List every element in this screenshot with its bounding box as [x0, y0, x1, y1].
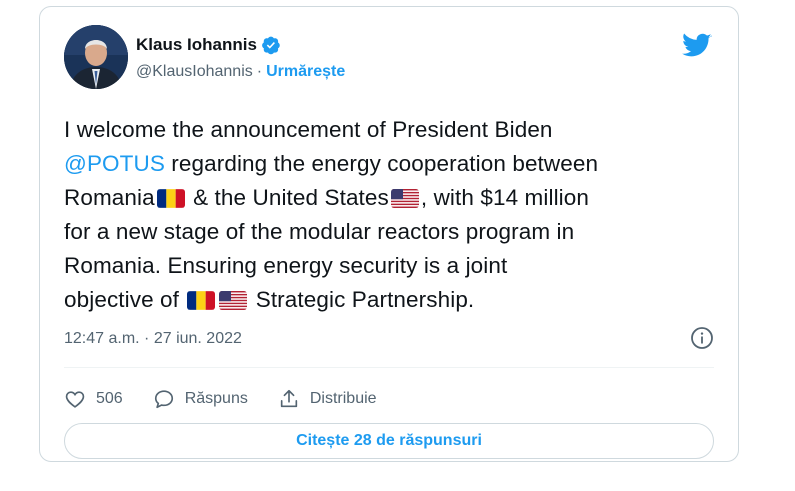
tweet-line: regarding the energy cooperation between: [164, 151, 599, 176]
action-bar: 506 Răspuns Distribuie: [64, 388, 407, 410]
handle-row: @KlausIohannis · Urmărește: [136, 63, 345, 81]
tweet-line: , with $14 million: [420, 185, 589, 210]
reply-icon: [154, 390, 173, 409]
info-icon[interactable]: [690, 326, 714, 350]
author-row: Klaus Iohannis: [136, 35, 281, 55]
tweet-line: & the United States: [186, 185, 389, 210]
follow-link[interactable]: Urmărește: [266, 63, 345, 81]
romania-flag-icon: [187, 291, 216, 310]
share-label: Distribuie: [309, 390, 377, 407]
share-icon: [280, 389, 298, 408]
tweet-line: I welcome the announcement of President …: [64, 117, 553, 142]
us-flag-icon: [390, 189, 419, 208]
tweet-card: Klaus Iohannis @KlausIohannis · Urmăreșt…: [39, 6, 739, 462]
separator: ·: [256, 63, 263, 80]
like-count: 506: [96, 390, 123, 407]
reply-label: Răspuns: [184, 390, 248, 407]
share-button[interactable]: Distribuie: [278, 388, 377, 410]
reply-button[interactable]: Răspuns: [153, 388, 248, 410]
author-name[interactable]: Klaus Iohannis: [136, 35, 257, 55]
tweet-line: for a new stage of the modular reactors …: [64, 219, 575, 244]
heart-icon: [65, 391, 85, 408]
verified-badge-icon: [261, 35, 281, 55]
avatar[interactable]: [64, 25, 128, 89]
tweet-line: Romania: [64, 185, 155, 210]
author-handle[interactable]: @KlausIohannis: [136, 63, 253, 81]
tweet-line: Strategic Partnership.: [249, 287, 475, 312]
twitter-bird-icon[interactable]: [682, 33, 712, 59]
tweet-line: objective of: [64, 287, 186, 312]
tweet-text: I welcome the announcement of President …: [64, 113, 730, 317]
read-replies-button[interactable]: Citește 28 de răspunsuri: [64, 423, 714, 459]
divider: [64, 367, 714, 368]
mention-potus[interactable]: @POTUS: [64, 151, 165, 176]
timestamp[interactable]: 12:47 a.m. · 27 iun. 2022: [64, 330, 242, 348]
tweet-line: Romania. Ensuring energy security is a j…: [64, 253, 508, 278]
like-button[interactable]: 506: [64, 388, 123, 410]
us-flag-icon: [219, 291, 248, 310]
romania-flag-icon: [156, 189, 185, 208]
